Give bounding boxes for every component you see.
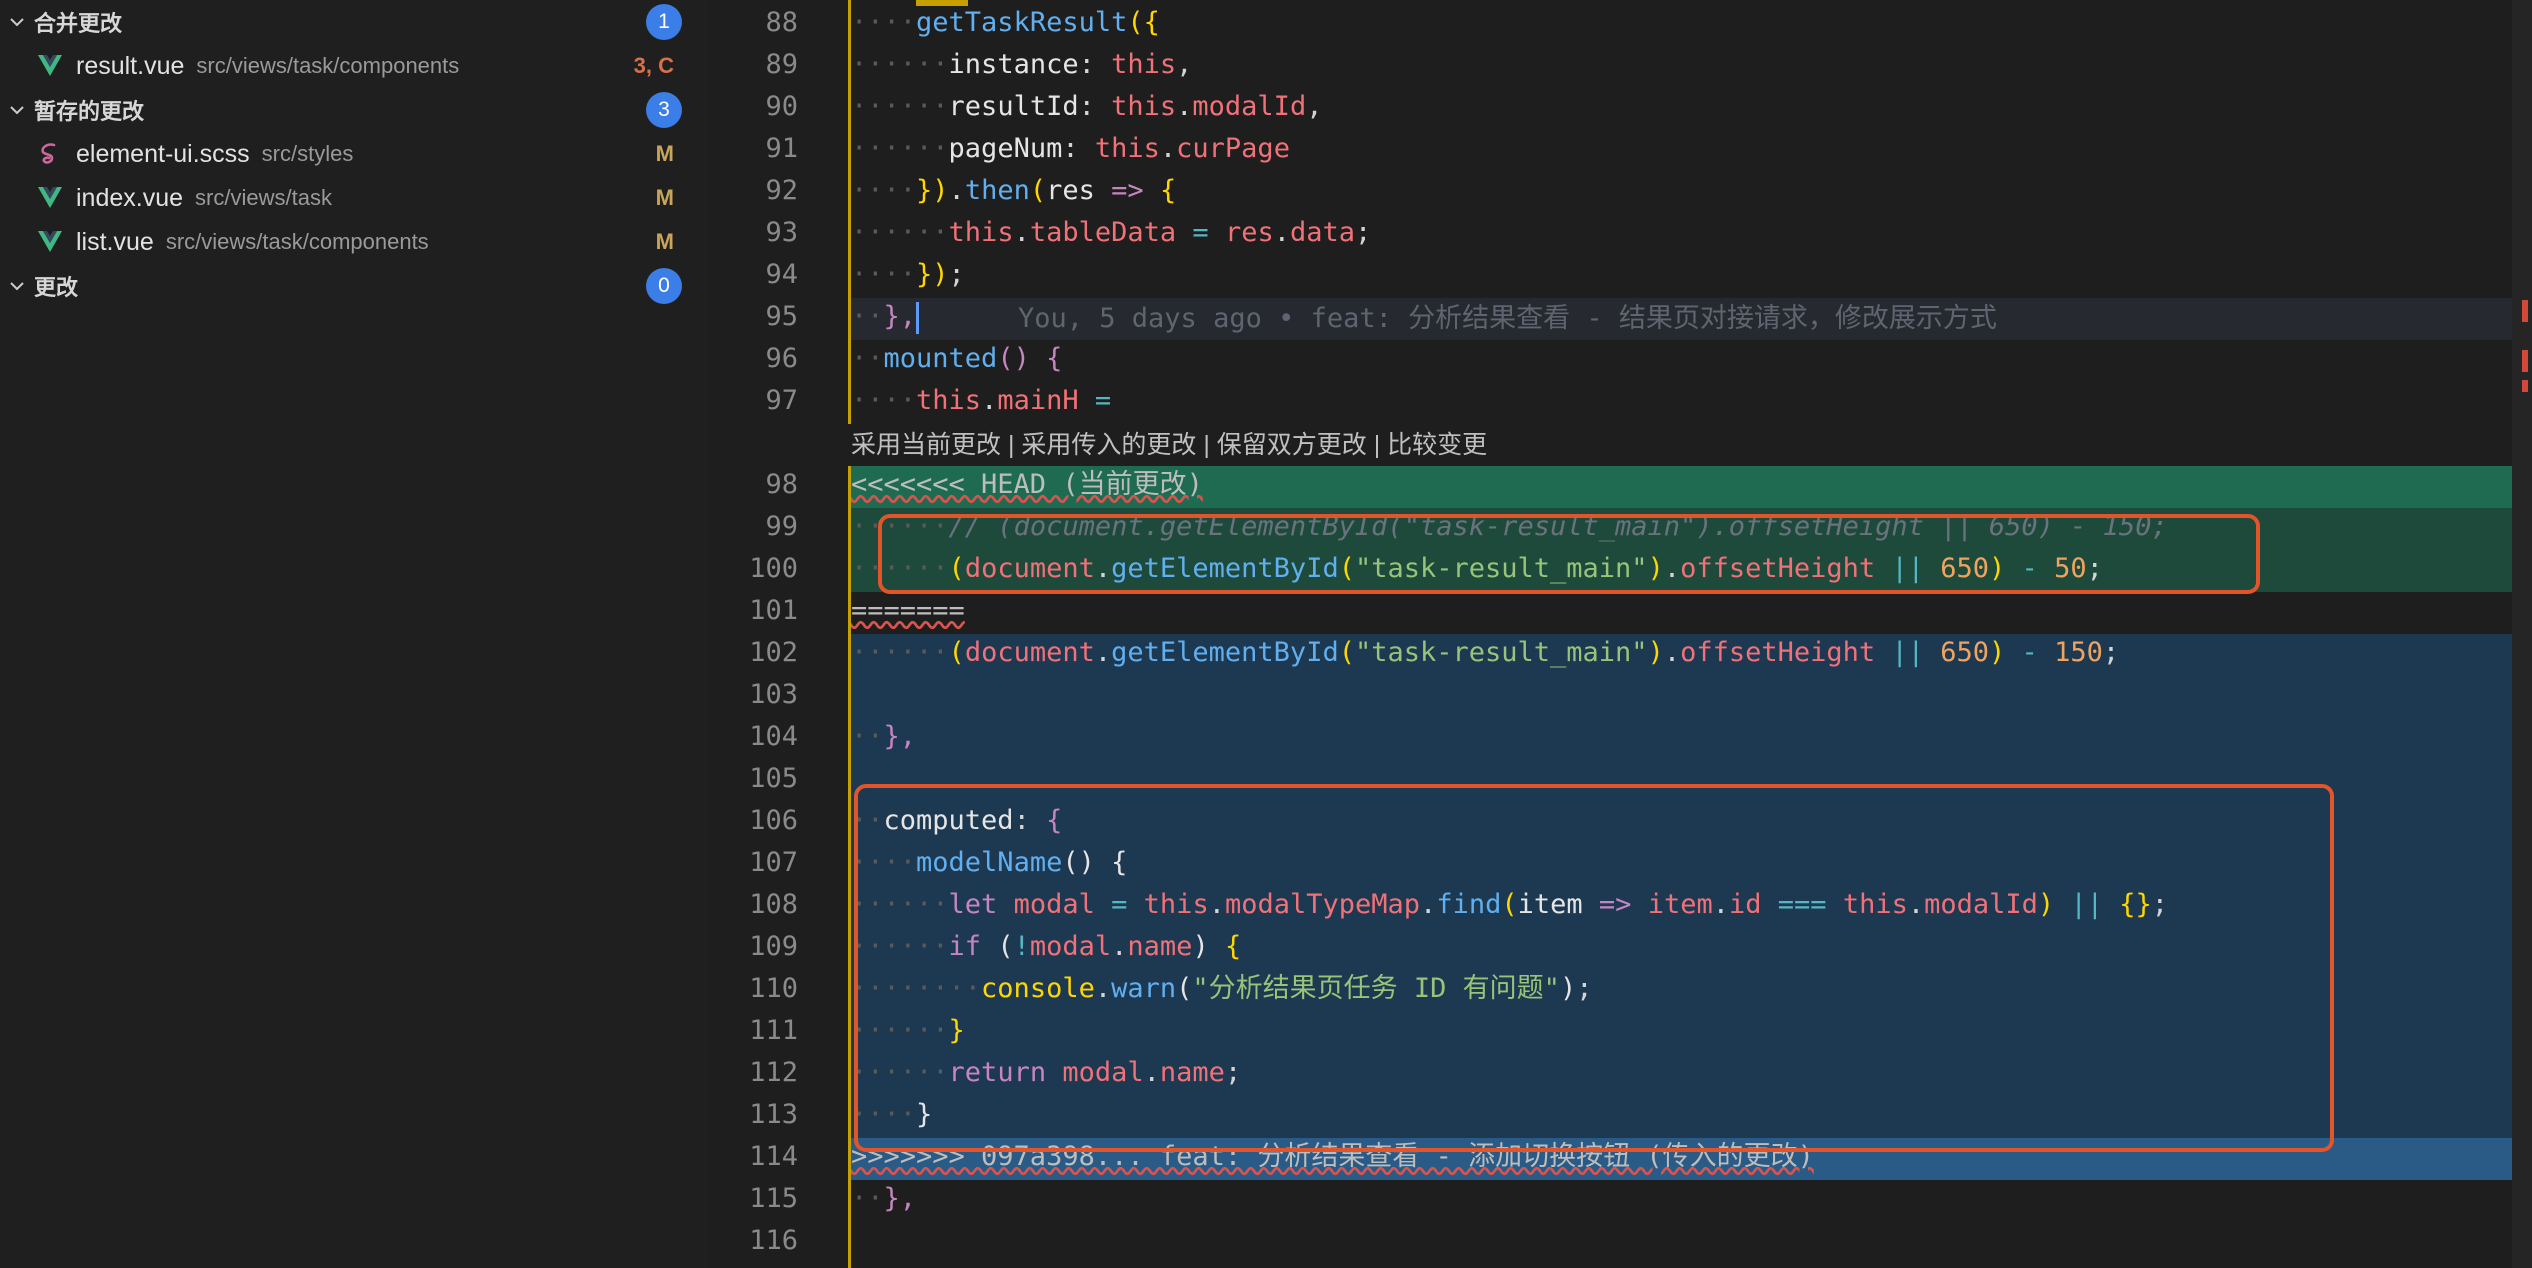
modified-status: M [655,141,674,166]
line-number: 107 [749,847,798,878]
chevron-down-icon [6,99,28,121]
line-number: 91 [765,133,798,164]
merge-codelens-actions[interactable]: 采用当前更改 | 采用传入的更改 | 保留双方更改 | 比较变更 [851,424,1487,466]
file-path: src/views/task [195,185,332,210]
line-number: 105 [749,763,798,794]
file-item-list-vue[interactable]: list.vue src/views/task/components M [0,220,708,264]
line-number: 113 [749,1099,798,1130]
line-number: 98 [765,469,798,500]
file-path: src/views/task/components [165,229,429,254]
source-control-panel: 合并更改 1 result.vue src/views/task/compone… [0,0,708,1268]
conflict-separator: ======= [851,595,965,626]
group-staged-changes[interactable]: 暂存的更改 3 [0,88,708,132]
group-label: 更改 [34,275,79,300]
vue-icon [36,184,64,212]
conflict-status: 3, C [633,53,674,78]
code-line: ····this.mainH = [851,385,1112,416]
sass-icon [36,140,64,168]
line-number: 89 [765,49,798,80]
vue-icon [36,52,64,80]
line-number: 115 [749,1183,798,1214]
conflict-overview-marker [2522,350,2528,372]
line-number: 108 [749,889,798,920]
line-number: 96 [765,343,798,374]
line-number: 109 [749,931,798,962]
code-line: ······pageNum: this.curPage [851,133,1290,164]
minimap-strip[interactable] [2512,0,2532,1268]
code-line: ····}).then(res => { [851,175,1177,206]
line-number: 92 [765,175,798,206]
file-name: list.vue [76,227,154,256]
file-name: index.vue [76,183,184,212]
file-path: src/styles [261,141,354,166]
code-line: ··}, [851,721,917,752]
conflict-overview-marker [2522,380,2528,392]
vue-icon [36,228,64,256]
file-path: src/views/task/components [196,53,460,78]
file-item-index-vue[interactable]: index.vue src/views/task M [0,176,708,220]
modified-status: M [655,185,674,210]
code-line: ······instance: this, [851,49,1193,80]
modified-status: M [655,229,674,254]
group-label: 合并更改 [34,11,123,36]
annotation-box-current-change [878,514,2260,594]
group-merge-changes[interactable]: 合并更改 1 [0,0,708,44]
line-number: 99 [765,511,798,542]
line-number: 110 [749,973,798,1004]
line-number: 116 [749,1225,798,1256]
count-badge: 0 [646,268,682,304]
line-number: 112 [749,1057,798,1088]
line-number: 94 [765,259,798,290]
line-number: 100 [749,553,798,584]
code-line: ··}, [851,1183,917,1214]
line-number: 97 [765,385,798,416]
git-blame-annotation: You, 5 days ago • feat: 分析结果查看 - 结果页对接请求… [1018,303,1997,334]
code-line: ······this.tableData = res.data; [851,217,1372,248]
code-line: ······(document.getElementById("task-res… [851,637,2120,668]
line-number: 88 [765,7,798,38]
count-badge: 1 [646,4,682,40]
line-number: 102 [749,637,798,668]
count-badge: 3 [646,92,682,128]
file-item-result-vue[interactable]: result.vue src/views/task/components 3, … [0,44,708,88]
line-number: 111 [749,1015,798,1046]
code-line: ····}); [851,259,965,290]
group-label: 暂存的更改 [34,99,145,124]
chevron-down-icon [6,11,28,33]
line-number: 90 [765,91,798,122]
line-number: 101 [749,595,798,626]
file-item-element-ui-scss[interactable]: element-ui.scss src/styles M [0,132,708,176]
code-line: ··mounted() { [851,343,1063,374]
head-conflict-marker: <<<<<<< HEAD (当前更改) [851,469,1203,500]
group-changes[interactable]: 更改 0 [0,264,708,308]
code-line: ······resultId: this.modalId, [851,91,1323,122]
file-name: result.vue [76,51,185,80]
conflict-overview-marker [2522,300,2528,322]
annotation-box-incoming-change [854,784,2334,1152]
code-line: ··}, [851,296,920,338]
line-number: 106 [749,805,798,836]
line-number: 114 [749,1141,798,1172]
line-number: 104 [749,721,798,752]
chevron-down-icon [6,275,28,297]
line-number: 93 [765,217,798,248]
file-name: element-ui.scss [76,139,250,168]
line-number: 103 [749,679,798,710]
line-number: 95 [765,301,798,332]
code-line: ····getTaskResult({ [851,7,1160,38]
